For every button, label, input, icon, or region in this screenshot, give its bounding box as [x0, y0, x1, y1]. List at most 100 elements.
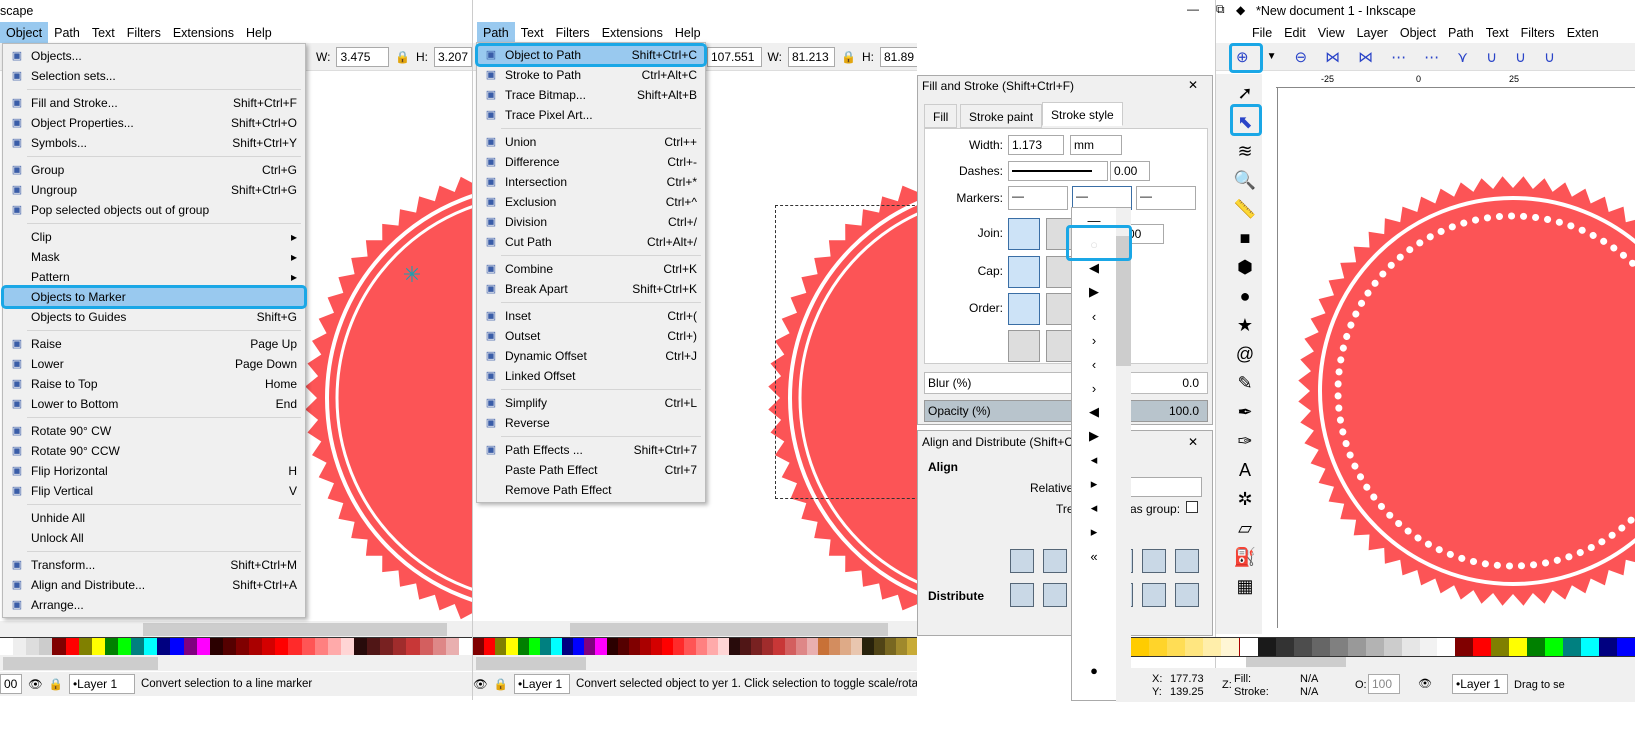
color-swatch[interactable] — [851, 638, 863, 656]
color-swatch[interactable] — [78, 638, 92, 656]
menu-item-arrange[interactable]: ▣ Arrange... — [3, 595, 305, 615]
color-swatch[interactable] — [651, 638, 663, 656]
visibility-icon[interactable]: 👁 — [28, 677, 43, 691]
menu-item-pop-selected-objects-out-of-group[interactable]: ▣ Pop selected objects out of group — [3, 200, 305, 220]
color-swatch[interactable] — [170, 638, 184, 656]
opacity-input[interactable]: 100 — [1368, 674, 1400, 694]
blur-slider[interactable]: Blur (%) 0.0 — [924, 372, 1208, 394]
color-swatch[interactable] — [584, 638, 596, 656]
color-swatch[interactable] — [795, 638, 807, 656]
smooth-node-button[interactable]: ∪ — [1486, 48, 1497, 66]
color-swatch[interactable] — [1311, 638, 1330, 656]
marker-list-scrollbar[interactable] — [1116, 208, 1131, 702]
color-swatch[interactable] — [157, 638, 171, 656]
color-swatch[interactable] — [495, 638, 507, 656]
color-swatch[interactable] — [784, 638, 796, 656]
color-swatch[interactable] — [235, 638, 250, 656]
menu-item-align-and-distribute[interactable]: ▣ Align and Distribute... Shift+Ctrl+A — [3, 575, 305, 595]
menu-item-stroke-to-path[interactable]: ▣ Stroke to Path Ctrl+Alt+C — [477, 65, 705, 85]
color-swatch[interactable] — [393, 638, 407, 656]
color-swatch[interactable] — [419, 638, 433, 656]
color-swatch[interactable] — [353, 638, 368, 656]
color-swatch[interactable] — [1401, 638, 1420, 656]
visibility-icon[interactable]: 👁 — [1418, 677, 1432, 690]
marker-option-triangle-small-left[interactable]: ◂ — [1072, 448, 1116, 472]
order-fill-stroke-markers-button[interactable] — [1008, 293, 1040, 325]
color-swatch[interactable] — [340, 638, 354, 656]
canvas-seal[interactable] — [1278, 88, 1635, 628]
join-round-button[interactable] — [1008, 218, 1040, 250]
marker-option-arrow-tiny-left[interactable]: ‹ — [1072, 352, 1116, 376]
menu-item-lower-to-bottom[interactable]: ▣ Lower to Bottom End — [3, 394, 305, 414]
color-swatch[interactable] — [873, 638, 885, 656]
menu-item-objects-to-marker[interactable]: Objects to Marker — [1, 285, 307, 309]
ellipse-icon[interactable]: ● — [1232, 283, 1258, 309]
visibility-icon[interactable]: 👁 — [473, 677, 488, 691]
align-button[interactable] — [1142, 583, 1166, 607]
color-swatch[interactable] — [13, 638, 27, 656]
menu-item-unlock-all[interactable]: Unlock All — [3, 528, 305, 548]
menu-item-paste-path-effect[interactable]: Paste Path Effect Ctrl+7 — [477, 460, 705, 480]
delete-segment-button[interactable]: ⋯ — [1424, 48, 1439, 66]
menu-item-intersection[interactable]: ▣ Intersection Ctrl+* — [477, 172, 705, 192]
align-button[interactable] — [1043, 583, 1067, 607]
menu-edit[interactable]: Edit — [1278, 22, 1312, 44]
eraser-icon[interactable]: ▱ — [1232, 515, 1258, 541]
color-swatch[interactable] — [1275, 638, 1294, 656]
color-swatch[interactable] — [91, 638, 105, 656]
rectangle-icon[interactable]: ■ — [1232, 225, 1258, 251]
menu-item-difference[interactable]: ▣ Difference Ctrl+- — [477, 152, 705, 172]
3d-box-icon[interactable]: ⬢ — [1232, 254, 1258, 280]
color-swatch[interactable] — [1202, 638, 1221, 656]
relative-to-select[interactable] — [1128, 477, 1202, 497]
color-swatch[interactable] — [406, 638, 420, 656]
menu-item-raise-to-top[interactable]: ▣ Raise to Top Home — [3, 374, 305, 394]
color-swatch[interactable] — [751, 638, 763, 656]
marker-option-triangle-large-right[interactable]: ▶ — [1072, 424, 1116, 448]
color-swatch[interactable] — [1329, 638, 1348, 656]
menu-item-flip-vertical[interactable]: ▣ Flip Vertical V — [3, 481, 305, 501]
menu-layer[interactable]: Layer — [1351, 22, 1394, 44]
dialog-close-icon[interactable]: ✕ — [1188, 78, 1198, 92]
color-swatch[interactable] — [517, 638, 529, 656]
menu-text[interactable]: Text — [515, 22, 550, 44]
selector-icon[interactable]: ➚ — [1232, 80, 1258, 106]
menu-item-trace-bitmap[interactable]: ▣ Trace Bitmap... Shift+Alt+B — [477, 85, 705, 105]
dropdown-icon[interactable]: ▼ — [1267, 51, 1277, 62]
break-path-button[interactable]: ⋈ — [1358, 48, 1373, 66]
menu-item-dynamic-offset[interactable]: ▣ Dynamic Offset Ctrl+J — [477, 346, 705, 366]
color-swatch[interactable] — [458, 638, 472, 656]
menu-exten[interactable]: Exten — [1561, 22, 1605, 44]
dash-offset-input[interactable]: 0.00 — [1110, 161, 1150, 181]
color-swatch[interactable] — [1617, 638, 1635, 656]
color-swatch[interactable] — [906, 638, 917, 656]
menu-item-transform[interactable]: ▣ Transform... Shift+Ctrl+M — [3, 555, 305, 575]
color-swatch[interactable] — [562, 638, 574, 656]
menu-item-linked-offset[interactable]: ▣ Linked Offset — [477, 366, 705, 386]
menu-item-selection-sets[interactable]: ▣ Selection sets... — [3, 66, 305, 86]
marker-option-chevrons-left[interactable]: « — [1072, 544, 1116, 568]
align-button[interactable] — [1175, 549, 1199, 573]
menu-item-ungroup[interactable]: ▣ Ungroup Shift+Ctrl+G — [3, 180, 305, 200]
menu-item-rotate-90-ccw[interactable]: ▣ Rotate 90° CCW — [3, 441, 305, 461]
menu-item-raise[interactable]: ▣ Raise Page Up — [3, 334, 305, 354]
dashes-select[interactable] — [1008, 161, 1108, 181]
color-swatch[interactable] — [762, 638, 774, 656]
menu-item-unhide-all[interactable]: Unhide All — [3, 508, 305, 528]
color-swatch[interactable] — [506, 638, 518, 656]
palette-scrollbar[interactable] — [0, 655, 472, 671]
color-swatch[interactable] — [662, 638, 674, 656]
color-swatch[interactable] — [52, 638, 66, 656]
color-swatch[interactable] — [717, 638, 729, 656]
auto-smooth-node-button[interactable]: ∪ — [1544, 48, 1555, 66]
color-swatch[interactable] — [144, 638, 158, 656]
color-swatch[interactable] — [1491, 638, 1510, 656]
horizontal-scrollbar[interactable] — [0, 621, 472, 637]
menu-object[interactable]: Object — [1394, 22, 1442, 44]
measure-icon[interactable]: 📏 — [1232, 196, 1258, 222]
color-swatch[interactable] — [806, 638, 818, 656]
marker-option-triangle-tiny-right[interactable]: ▸ — [1072, 520, 1116, 544]
marker-option-arrow-tiny-right[interactable]: › — [1072, 376, 1116, 400]
tab-stroke-style[interactable]: Stroke style — [1042, 102, 1123, 126]
menu-item-trace-pixel-art[interactable]: ▣ Trace Pixel Art... — [477, 105, 705, 125]
